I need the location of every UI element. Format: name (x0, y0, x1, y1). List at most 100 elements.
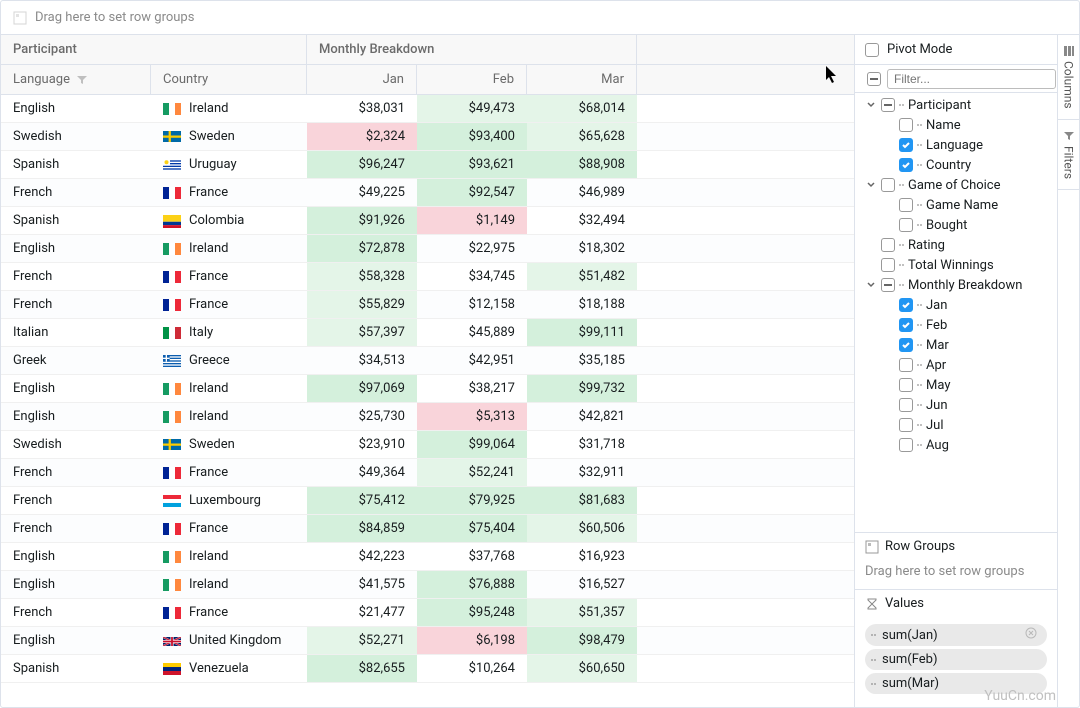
cell-language[interactable]: Swedish (1, 123, 151, 150)
checkbox[interactable] (881, 178, 895, 192)
cell-feb[interactable]: $76,888 (417, 571, 527, 598)
cell-country[interactable]: Colombia (151, 207, 307, 234)
cell-feb[interactable]: $79,925 (417, 487, 527, 514)
cell-feb[interactable]: $45,889 (417, 319, 527, 346)
cell-jan[interactable]: $2,324 (307, 123, 417, 150)
cell-language[interactable]: French (1, 263, 151, 290)
cell-mar[interactable]: $42,821 (527, 403, 637, 430)
cell-country[interactable]: France (151, 263, 307, 290)
checkbox[interactable] (899, 118, 913, 132)
table-row[interactable]: EnglishIreland$72,878$22,975$18,302 (1, 235, 854, 263)
table-row[interactable]: EnglishIreland$97,069$38,217$99,732 (1, 375, 854, 403)
cell-feb[interactable]: $99,064 (417, 431, 527, 458)
table-row[interactable]: FrenchFrance$21,477$95,248$51,357 (1, 599, 854, 627)
column-group-monthly[interactable]: Monthly Breakdown (307, 35, 637, 64)
cell-feb[interactable]: $10,264 (417, 655, 527, 682)
cell-jan[interactable]: $25,730 (307, 403, 417, 430)
cell-mar[interactable]: $98,479 (527, 627, 637, 654)
cell-feb[interactable]: $1,149 (417, 207, 527, 234)
column-tree-item[interactable]: Bought (855, 215, 1057, 235)
cell-language[interactable]: French (1, 599, 151, 626)
cell-country[interactable]: France (151, 179, 307, 206)
cell-jan[interactable]: $34,513 (307, 347, 417, 374)
checkbox[interactable] (899, 218, 913, 232)
cell-jan[interactable]: $84,859 (307, 515, 417, 542)
cell-country[interactable]: Luxembourg (151, 487, 307, 514)
checkbox[interactable] (899, 378, 913, 392)
cell-mar[interactable]: $65,628 (527, 123, 637, 150)
column-group-participant[interactable]: Participant (1, 35, 307, 64)
column-tree-item[interactable]: Language (855, 135, 1057, 155)
value-pill[interactable]: sum(Feb) (865, 649, 1047, 670)
column-tree-item[interactable]: Aug (855, 435, 1057, 455)
table-row[interactable]: FrenchFrance$58,328$34,745$51,482 (1, 263, 854, 291)
table-row[interactable]: FrenchFrance$49,225$92,547$46,989 (1, 179, 854, 207)
cell-feb[interactable]: $92,547 (417, 179, 527, 206)
table-row[interactable]: FrenchFrance$55,829$12,158$18,188 (1, 291, 854, 319)
column-tree-item[interactable]: Jun (855, 395, 1057, 415)
table-row[interactable]: FrenchLuxembourg$75,412$79,925$81,683 (1, 487, 854, 515)
table-row[interactable]: SwedishSweden$23,910$99,064$31,718 (1, 431, 854, 459)
cell-feb[interactable]: $93,621 (417, 151, 527, 178)
column-tree-item[interactable]: Mar (855, 335, 1057, 355)
cell-feb[interactable]: $42,951 (417, 347, 527, 374)
cell-language[interactable]: French (1, 459, 151, 486)
checkbox[interactable] (899, 438, 913, 452)
row-groups-section[interactable]: Row Groups Drag here to set row groups (855, 532, 1057, 589)
table-row[interactable]: SpanishUruguay$96,247$93,621$88,908 (1, 151, 854, 179)
table-row[interactable]: SpanishVenezuela$82,655$10,264$60,650 (1, 655, 854, 683)
chevron-down-icon[interactable] (865, 179, 877, 191)
tab-columns[interactable]: Columns (1058, 35, 1079, 120)
cell-jan[interactable]: $57,397 (307, 319, 417, 346)
cell-mar[interactable]: $99,732 (527, 375, 637, 402)
cell-language[interactable]: English (1, 95, 151, 122)
cell-feb[interactable]: $5,313 (417, 403, 527, 430)
column-tree-item[interactable]: Game Name (855, 195, 1057, 215)
cell-jan[interactable]: $49,225 (307, 179, 417, 206)
cell-jan[interactable]: $58,328 (307, 263, 417, 290)
cell-language[interactable]: Spanish (1, 207, 151, 234)
chevron-down-icon[interactable] (865, 99, 877, 111)
cell-language[interactable]: English (1, 627, 151, 654)
chevron-down-icon[interactable] (865, 279, 877, 291)
cell-mar[interactable]: $60,506 (527, 515, 637, 542)
cell-jan[interactable]: $82,655 (307, 655, 417, 682)
cell-jan[interactable]: $52,271 (307, 627, 417, 654)
cell-jan[interactable]: $42,223 (307, 543, 417, 570)
cell-mar[interactable]: $32,911 (527, 459, 637, 486)
tab-filters[interactable]: Filters (1058, 120, 1079, 190)
table-row[interactable]: EnglishUnited Kingdom$52,271$6,198$98,47… (1, 627, 854, 655)
column-tree-item[interactable]: Rating (855, 235, 1057, 255)
column-tree-item[interactable]: Jul (855, 415, 1057, 435)
column-tree-item[interactable]: Country (855, 155, 1057, 175)
checkbox-indeterminate[interactable] (881, 98, 895, 112)
cell-language[interactable]: Spanish (1, 655, 151, 682)
column-tree-item[interactable]: Feb (855, 315, 1057, 335)
pivot-checkbox[interactable] (865, 43, 879, 57)
cell-mar[interactable]: $99,111 (527, 319, 637, 346)
column-tree[interactable]: ParticipantNameLanguageCountryGame of Ch… (855, 93, 1057, 532)
column-header-mar[interactable]: Mar (527, 65, 637, 94)
cell-language[interactable]: French (1, 179, 151, 206)
cell-mar[interactable]: $60,650 (527, 655, 637, 682)
cell-feb[interactable]: $37,768 (417, 543, 527, 570)
row-groups-drop-zone[interactable]: Drag here to set row groups (1, 1, 1079, 35)
cell-country[interactable]: France (151, 459, 307, 486)
cell-country[interactable]: France (151, 599, 307, 626)
column-tree-item[interactable]: May (855, 375, 1057, 395)
cell-language[interactable]: English (1, 571, 151, 598)
cell-jan[interactable]: $91,926 (307, 207, 417, 234)
table-row[interactable]: EnglishIreland$25,730$5,313$42,821 (1, 403, 854, 431)
cell-mar[interactable]: $32,494 (527, 207, 637, 234)
cell-feb[interactable]: $75,404 (417, 515, 527, 542)
checkbox[interactable] (899, 358, 913, 372)
column-tree-item[interactable]: Apr (855, 355, 1057, 375)
cell-feb[interactable]: $38,217 (417, 375, 527, 402)
table-row[interactable]: FrenchFrance$49,364$52,241$32,911 (1, 459, 854, 487)
table-row[interactable]: FrenchFrance$84,859$75,404$60,506 (1, 515, 854, 543)
cell-mar[interactable]: $51,482 (527, 263, 637, 290)
column-tree-item[interactable]: Monthly Breakdown (855, 275, 1057, 295)
cell-mar[interactable]: $18,302 (527, 235, 637, 262)
cell-feb[interactable]: $22,975 (417, 235, 527, 262)
cell-language[interactable]: English (1, 403, 151, 430)
